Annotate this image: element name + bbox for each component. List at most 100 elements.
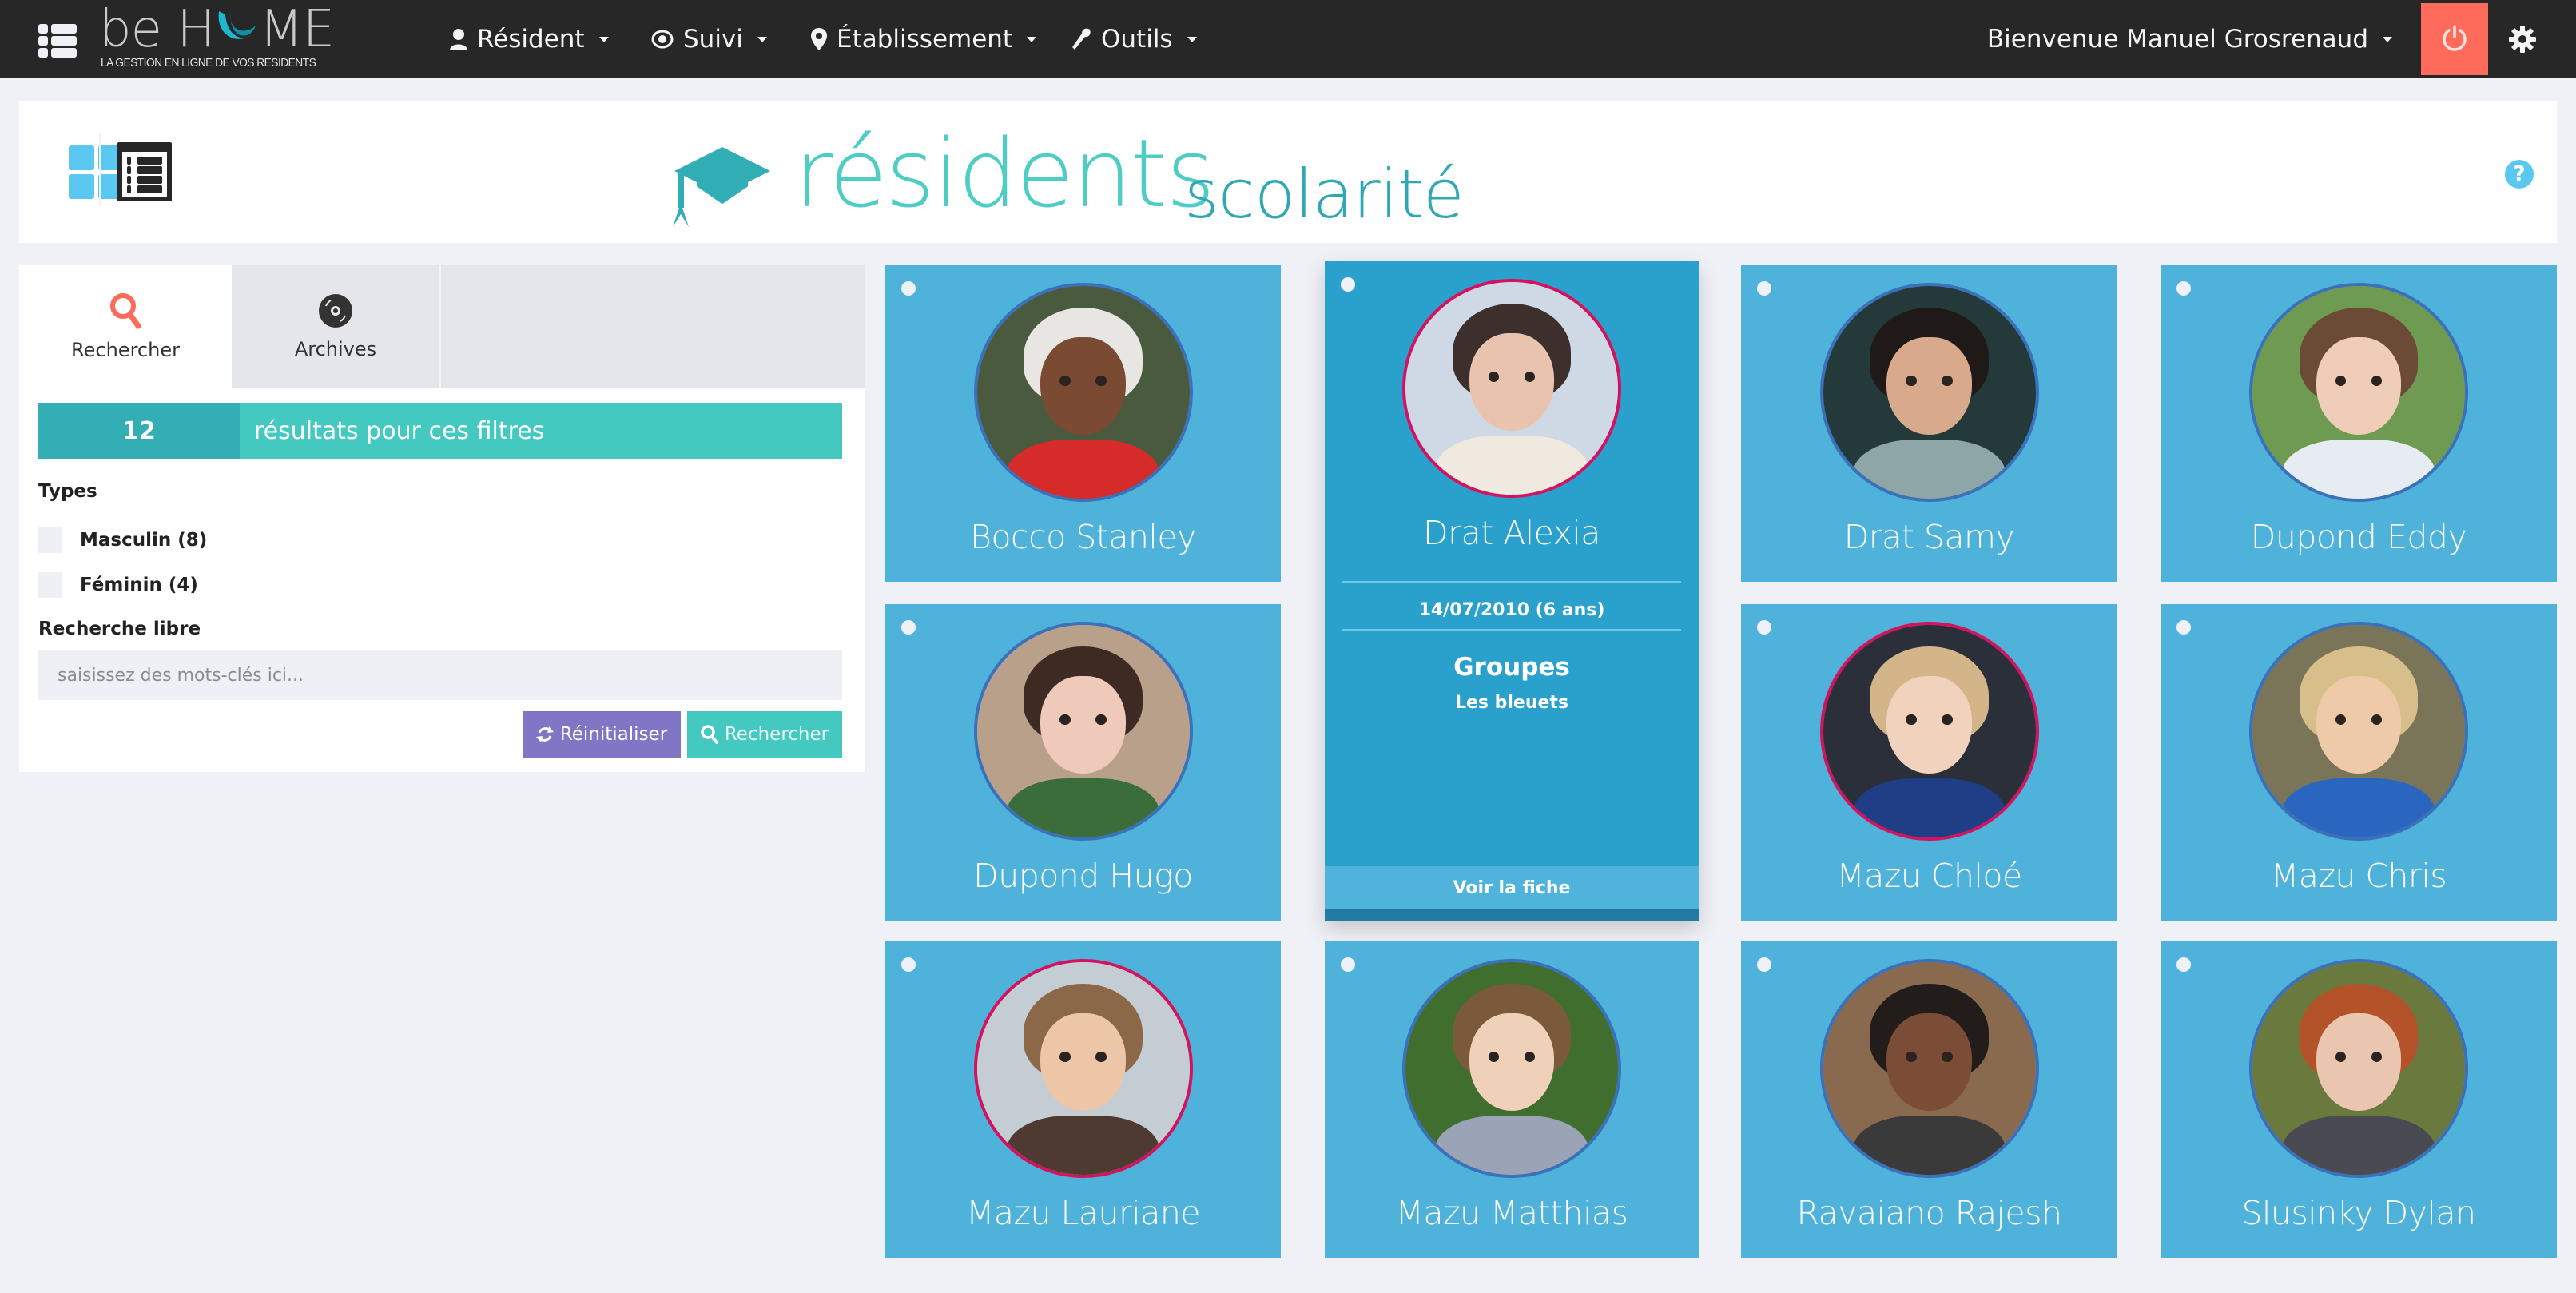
group-value: Les bleuets [1454,693,1569,713]
tab-archives[interactable]: Archives [232,265,439,388]
filter-panel: Rechercher Archives 12 résultats pour ce… [19,265,865,772]
checkbox-masculin[interactable] [38,527,62,553]
caret-down-icon [1187,36,1197,42]
nav-outils-label: Outils [1101,25,1173,54]
selection-dot[interactable] [901,957,916,972]
resident-card[interactable]: Bocco Stanley [885,265,1281,582]
search-icon [110,293,141,329]
logo-wave-icon [214,2,259,39]
checkbox-feminin[interactable] [38,572,62,598]
resident-name: Mazu Chloé [1836,857,2022,895]
resident-photo [976,625,1190,837]
selection-dot[interactable] [1757,281,1771,296]
resident-card[interactable]: Mazu Chris [2161,604,2557,921]
resident-photo [976,962,1190,1175]
tab-separator [439,265,441,388]
nav-etablissement[interactable]: Établissement [811,22,1037,56]
caret-down-icon [757,36,767,42]
nav-outils[interactable]: Outils [1071,22,1197,56]
filter-feminin[interactable]: Féminin (4) [38,572,198,598]
refresh-icon [535,726,554,742]
logo-wordmark: be H ME [99,0,335,59]
resident-photo [1405,282,1618,495]
nav-suivi-label: Suivi [683,25,743,54]
resident-card[interactable]: Mazu Lauriane [885,941,1281,1258]
selection-dot[interactable] [1341,957,1355,972]
selection-dot[interactable] [901,281,916,296]
resident-card[interactable]: Drat Alexia 14/07/2010 (6 ans) Groupes Les … [1325,261,1699,921]
selection-dot[interactable] [2176,957,2191,972]
resident-photo [1405,962,1618,1175]
resident-photo [2252,962,2465,1175]
avatar [1819,959,2039,1178]
behome-logo[interactable]: be H ME LA GESTION EN LIGNE DE VOS RESIDE… [99,0,355,72]
nav-suivi[interactable]: Suivi [651,22,767,56]
nav-resident-label: Résident [477,25,585,54]
power-icon [2443,25,2467,51]
resident-card[interactable]: Mazu Matthias [1325,941,1699,1258]
resident-photo [2252,625,2465,837]
avatar [1819,622,2039,841]
wrench-icon [1072,28,1091,50]
selection-dot[interactable] [1757,620,1771,635]
selection-dot[interactable] [1757,957,1771,972]
search-button[interactable]: Rechercher [687,711,842,758]
filter-masculin[interactable]: Masculin (8) [38,527,207,553]
divider [1342,629,1681,631]
caret-down-icon [1027,36,1037,42]
settings-button[interactable] [2504,21,2541,58]
logo-tagline: LA GESTION EN LIGNE DE VOS RESIDENTS [101,56,316,70]
logout-button[interactable] [2421,3,2488,75]
graduation-cap-icon [673,147,770,227]
caret-down-icon [598,36,609,42]
title-scolarite: scolarité [1184,155,1465,233]
resident-card[interactable]: Dupond Hugo [885,604,1281,921]
masculin-label: Masculin (8) [80,530,208,551]
selection-dot[interactable] [2176,281,2191,296]
resident-card[interactable]: Mazu Chloé [1741,604,2117,921]
feminin-label: Féminin (4) [80,575,198,595]
list-view-button[interactable] [117,142,172,201]
resident-photo [1823,962,2036,1175]
grid-view-button[interactable] [69,145,125,201]
avatar [973,622,1193,841]
caret-down-icon [2383,36,2392,42]
reset-button[interactable]: Réinitialiser [523,711,681,758]
resident-name: Dupond Eddy [2250,518,2467,556]
resident-card[interactable]: Slusinky Dylan [2161,941,2557,1258]
resident-name: Ravaiano Rajesh [1796,1194,2062,1232]
results-text: résultats pour ces filtres [254,416,545,445]
resident-card[interactable]: Drat Samy [1741,265,2117,582]
menu-toggle-icon[interactable] [38,24,77,58]
avatar [1402,279,1621,498]
avatar [2249,622,2468,841]
search-label: Rechercher [724,724,829,745]
nav-resident[interactable]: Résident [450,22,609,56]
resident-card[interactable]: Ravaiano Rajesh [1741,941,2117,1258]
resident-name: Mazu Matthias [1395,1194,1628,1232]
help-icon[interactable]: ? [2505,160,2534,189]
selection-dot[interactable] [901,620,916,635]
tab-rechercher-label: Rechercher [71,339,180,361]
resident-name: Mazu Chris [2270,857,2447,895]
avatar [2249,959,2468,1178]
archive-disc-icon [319,294,352,328]
resident-card[interactable]: Dupond Eddy [2161,265,2557,582]
free-search-input[interactable] [38,650,842,700]
selection-dot[interactable] [1341,277,1355,292]
gear-icon [2509,26,2536,53]
resident-photo [2252,286,2465,499]
user-menu[interactable]: Bienvenue Manuel Grosrenaud [1987,22,2392,56]
resident-photo [1823,625,2036,837]
tab-archives-label: Archives [294,338,377,360]
avatar [973,959,1193,1178]
resident-birthdate: 14/07/2010 (6 ans) [1418,600,1605,620]
view-record-button[interactable]: Voir la fiche [1325,866,1699,909]
results-count: 12 [38,403,240,459]
resident-photo [976,286,1190,499]
logo-text-end: ME [259,0,335,59]
eye-icon [651,30,674,49]
selection-dot[interactable] [2176,620,2191,635]
tab-rechercher[interactable]: Rechercher [19,265,232,388]
logo-text-start: be H [99,0,215,59]
